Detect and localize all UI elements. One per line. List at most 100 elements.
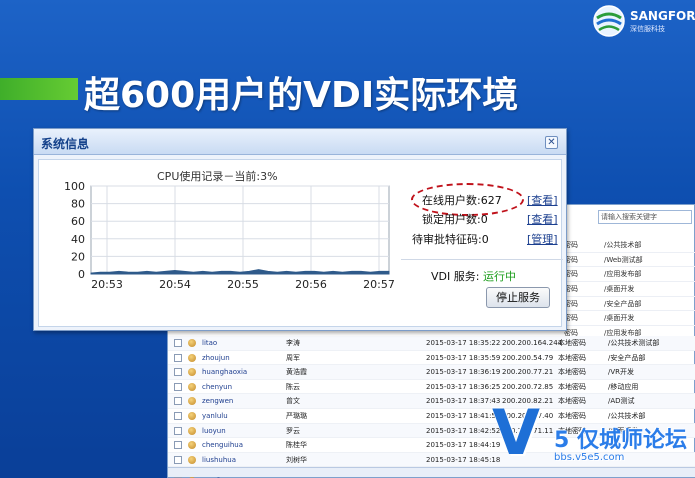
user-list-right-columns: 密码/公共技术部 密码/Web测试部 密码/应用发布部 密码/桌面开发 密码/安全产品部… — [564, 238, 695, 341]
name-cell: 周军 — [286, 353, 300, 362]
time-cell: 2015-03-17 18:41:57 — [426, 411, 501, 420]
user-search-input[interactable]: 请输入搜索关键字 — [598, 210, 692, 224]
name-cell: 黄浩霞 — [286, 368, 307, 377]
account-cell: zengwen — [202, 397, 234, 406]
time-cell: 2015-03-17 18:35:59 — [426, 353, 501, 362]
group-cell: /公共技术测试部 — [608, 339, 660, 347]
row-checkbox[interactable] — [174, 397, 182, 406]
table-row[interactable]: huanghaoxia 黄浩霞 2015-03-17 18:36:19 200.200… — [168, 365, 695, 380]
y-tick-label: 40 — [71, 233, 85, 246]
right-col-row: 密码/公共技术部 — [564, 238, 695, 253]
user-icon — [188, 368, 196, 377]
right-col-row: 密码/桌面开发 — [564, 311, 695, 327]
time-cell: 2015-03-17 18:36:19 — [426, 368, 501, 377]
group-cell: /安全产品部 — [604, 299, 642, 308]
x-tick-label: 20:57 — [363, 278, 395, 291]
ip-cell: 200.200.54.79 — [502, 353, 554, 362]
dialog-header: 系统信息 ✕ — [34, 129, 566, 155]
close-icon[interactable]: ✕ — [545, 136, 558, 149]
dialog-body: CPU使用记录－当前:3% 100 80 60 40 20 0 20:53 20:54 20:5… — [38, 159, 563, 327]
name-cell: 刘树华 — [286, 455, 307, 464]
row-checkbox[interactable] — [174, 382, 182, 391]
pending-codes-count: 待审批特征码:0 — [412, 233, 489, 246]
account-cell: chenguihua — [202, 441, 244, 450]
group-cell: /Web测试部 — [604, 255, 643, 264]
table-row[interactable]: litao 李涛 2015-03-17 18:35:22 200.200.164.24… — [168, 336, 695, 351]
x-tick-label: 20:56 — [295, 278, 327, 291]
watermark-url: bbs.v5e5.com — [554, 452, 625, 463]
cpu-usage-chart: 100 80 60 40 20 0 20:53 20:54 20:55 20:56 20:57 — [64, 182, 395, 291]
sangfor-logo: SANGFOR 深信服科技 — [592, 4, 695, 38]
user-icon — [188, 441, 196, 450]
auth-cell: 密码 — [564, 285, 578, 294]
group-cell: /公共技术部 — [604, 241, 642, 249]
y-tick-label: 0 — [78, 268, 85, 281]
auth-cell: 密码 — [564, 255, 578, 264]
time-cell: 2015-03-17 18:45:18 — [426, 455, 501, 464]
user-icon — [188, 397, 196, 406]
table-row[interactable]: chenyun 陈云 2015-03-17 18:36:25 200.200.72.8… — [168, 380, 695, 395]
row-checkbox[interactable] — [174, 353, 182, 362]
group-cell: /移动应用 — [608, 382, 639, 391]
auth-cell: 密码 — [564, 270, 578, 279]
account-cell: chenyun — [202, 382, 233, 391]
watermark-text: 5 仅城师论坛 — [554, 428, 687, 453]
view-locked-users-link[interactable]: [查看] — [527, 211, 558, 227]
chart-plot-area — [90, 185, 390, 275]
logo-subtitle: 深信服科技 — [630, 25, 665, 33]
row-checkbox[interactable] — [174, 455, 182, 464]
status-divider — [401, 259, 563, 260]
right-col-row: 密码/应用发布部 — [564, 267, 695, 283]
slide-title: 超600用户的VDI实际环境 — [84, 75, 519, 116]
name-cell: 曾文 — [286, 397, 300, 406]
account-cell: luoyun — [202, 426, 226, 435]
time-cell: 2015-03-17 18:42:52 — [426, 426, 501, 435]
x-tick-label: 20:55 — [227, 278, 259, 291]
system-info-dialog: 系统信息 ✕ CPU使用记录－当前:3% 100 80 60 40 20 0 20:53 20… — [33, 128, 567, 331]
group-cell: /桌面开发 — [604, 314, 635, 323]
user-icon — [188, 382, 196, 391]
time-cell: 2015-03-17 18:44:19 — [426, 441, 501, 450]
group-cell: /应用发布部 — [604, 270, 642, 279]
forum-watermark: V 5 仅城师论坛 bbs.v5e5.com — [492, 402, 695, 478]
row-checkbox[interactable] — [174, 426, 182, 435]
auth-cell: 本地密码 — [558, 339, 586, 347]
row-checkbox[interactable] — [174, 339, 182, 347]
time-cell: 2015-03-17 18:37:43 — [426, 397, 501, 406]
y-tick-label: 60 — [71, 215, 85, 228]
online-users-count: 在线用户数:627 — [422, 194, 502, 207]
manage-codes-link[interactable]: [管理] — [527, 231, 558, 247]
x-tick-label: 20:53 — [91, 278, 123, 291]
sangfor-globe-icon — [593, 5, 625, 37]
vdi-service-state: 运行中 — [482, 270, 516, 283]
table-row[interactable]: zhoujun 周军 2015-03-17 18:35:59 200.200.54.7… — [168, 351, 695, 366]
time-cell: 2015-03-17 18:36:25 — [426, 382, 501, 391]
user-icon — [188, 339, 196, 347]
name-cell: 陈桂华 — [286, 441, 307, 450]
right-col-row: 密码/Web测试部 — [564, 253, 695, 268]
user-icon — [188, 353, 196, 362]
user-icon — [188, 455, 196, 464]
time-cell: 2015-03-17 18:35:22 — [426, 339, 501, 347]
account-cell: litao — [202, 339, 218, 347]
name-cell: 严璐璐 — [286, 411, 307, 420]
group-cell: /桌面开发 — [604, 285, 635, 294]
vdi-service-label: VDI 服务: — [431, 270, 483, 283]
auth-cell: 密码 — [564, 314, 578, 323]
locked-users-count: 锁定用户数:0 — [422, 213, 488, 226]
row-checkbox[interactable] — [174, 441, 182, 450]
y-tick-label: 100 — [64, 182, 85, 193]
auth-cell: 密码 — [564, 299, 578, 308]
group-cell: /VR开发 — [608, 368, 635, 377]
watermark-mark: V — [492, 396, 540, 469]
row-checkbox[interactable] — [174, 411, 182, 420]
user-icon — [188, 411, 196, 420]
stop-service-button[interactable]: 停止服务 — [486, 287, 550, 308]
row-checkbox[interactable] — [174, 368, 182, 377]
y-tick-label: 20 — [71, 250, 85, 263]
view-online-users-link[interactable]: [查看] — [527, 192, 558, 208]
group-cell: /安全产品部 — [608, 353, 646, 362]
user-icon — [188, 426, 196, 435]
right-col-row: 密码/桌面开发 — [564, 282, 695, 297]
auth-cell: 密码 — [564, 241, 578, 249]
